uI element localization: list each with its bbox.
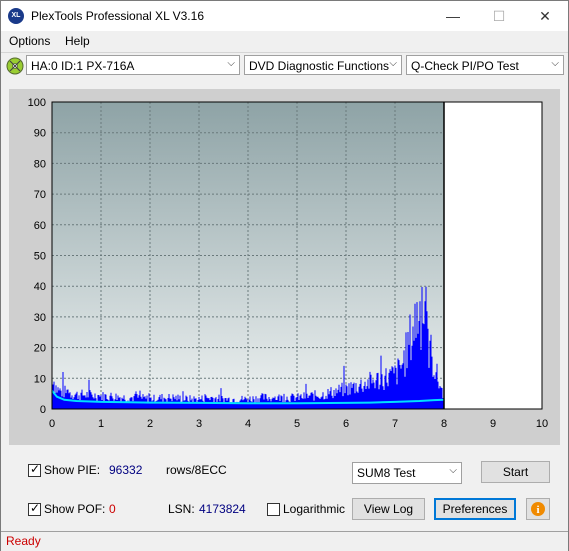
info-icon: i: [531, 502, 545, 516]
start-button[interactable]: Start: [481, 461, 550, 483]
menu-bar: Options Help: [1, 31, 568, 51]
test-select[interactable]: Q-Check PI/PO Test ⌵: [406, 55, 564, 75]
checkmark-icon: ✓: [30, 462, 41, 476]
checkmark-icon: ✓: [30, 501, 41, 515]
drive-select[interactable]: HA:0 ID:1 PX-716A ⌵: [26, 55, 240, 75]
logarithmic-label: Logarithmic: [283, 502, 346, 516]
status-bar: Ready: [1, 531, 568, 551]
show-pie-label: Show PIE:: [44, 463, 101, 477]
pie-value: 96332: [109, 463, 143, 477]
minimize-button[interactable]: —: [430, 1, 476, 31]
test-select-value: Q-Check PI/PO Test: [411, 59, 519, 73]
function-select-value: DVD Diagnostic Functions: [249, 59, 390, 73]
title-bar: XL PlexTools Professional XL V3.16 — ☐ ✕: [1, 1, 568, 31]
x-tick-label: 5: [294, 418, 300, 430]
x-tick-label: 1: [98, 418, 104, 430]
y-tick-label: 10: [34, 373, 46, 385]
x-tick-label: 9: [490, 418, 496, 430]
sum-test-value: SUM8 Test: [357, 466, 416, 480]
close-button[interactable]: ✕: [522, 1, 568, 31]
y-tick-label: 100: [28, 97, 46, 109]
y-tick-label: 70: [34, 189, 46, 201]
toolbar: HA:0 ID:1 PX-716A ⌵ DVD Diagnostic Funct…: [1, 53, 568, 79]
show-pof-checkbox[interactable]: ✓: [28, 501, 41, 516]
sum-test-select[interactable]: SUM8 Test ⌵: [352, 462, 462, 484]
y-tick-label: 90: [34, 128, 46, 140]
x-tick-label: 2: [147, 418, 153, 430]
menu-options[interactable]: Options: [9, 34, 50, 48]
y-tick-label: 40: [34, 281, 46, 293]
window-title: PlexTools Professional XL V3.16: [31, 9, 204, 23]
menu-help[interactable]: Help: [65, 34, 90, 48]
pof-value: 0: [109, 502, 116, 516]
pi-po-chart: 0 10 20 30 40 50 60 70 80 90 100 0 1 2 3 4 5 6 7 8 9 10: [28, 97, 548, 430]
logarithmic-checkbox[interactable]: [267, 503, 280, 516]
x-tick-label: 3: [196, 418, 202, 430]
x-tick-label: 6: [343, 418, 349, 430]
function-select[interactable]: DVD Diagnostic Functions ⌵: [244, 55, 402, 75]
status-text: Ready: [6, 534, 41, 548]
drive-disc-icon: [6, 57, 24, 75]
y-axis-ticks: 0 10 20 30 40 50 60 70 80 90 100: [28, 97, 46, 416]
y-tick-label: 50: [34, 251, 46, 263]
y-tick-label: 20: [34, 343, 46, 355]
view-log-button[interactable]: View Log: [352, 498, 425, 520]
x-tick-label: 10: [536, 418, 548, 430]
chevron-down-icon: ⌵: [449, 465, 457, 476]
y-tick-label: 80: [34, 158, 46, 170]
chevron-down-icon: ⌵: [227, 58, 235, 69]
show-pof-label: Show POF:: [44, 502, 106, 516]
x-tick-label: 7: [392, 418, 398, 430]
maximize-button[interactable]: ☐: [476, 1, 522, 31]
drive-select-value: HA:0 ID:1 PX-716A: [31, 59, 135, 73]
show-pie-checkbox[interactable]: ✓: [28, 462, 41, 477]
untested-area: [444, 102, 542, 409]
x-tick-label: 4: [245, 418, 251, 430]
info-button[interactable]: i: [526, 498, 550, 520]
y-tick-label: 60: [34, 220, 46, 232]
x-tick-label: 8: [441, 418, 447, 430]
untested-region: [444, 102, 542, 409]
lsn-value: 4173824: [199, 502, 246, 516]
app-window: XL PlexTools Professional XL V3.16 — ☐ ✕…: [0, 0, 569, 551]
chevron-down-icon: ⌵: [551, 58, 559, 69]
lsn-label: LSN:: [168, 502, 195, 516]
svg-text:i: i: [536, 504, 539, 516]
chart-panel: 0 10 20 30 40 50 60 70 80 90 100 0 1 2 3 4 5 6 7 8 9 10: [9, 89, 560, 445]
x-tick-label: 0: [49, 418, 55, 430]
y-tick-label: 30: [34, 312, 46, 324]
plextools-logo-icon: XL: [8, 8, 24, 24]
y-tick-label: 0: [40, 404, 46, 416]
pie-unit: rows/8ECC: [166, 463, 227, 477]
preferences-button[interactable]: Preferences: [434, 498, 516, 520]
chevron-down-icon: ⌵: [389, 58, 397, 69]
x-axis-ticks: 0 1 2 3 4 5 6 7 8 9 10: [49, 418, 548, 430]
